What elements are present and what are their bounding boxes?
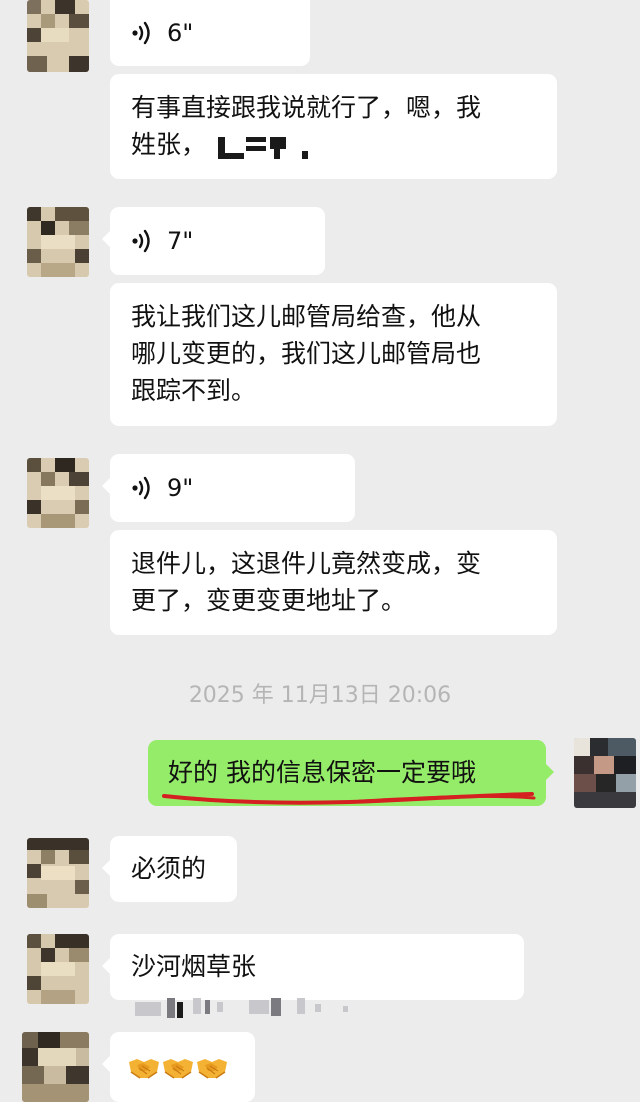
voice-message-3[interactable]: 7" [102, 207, 325, 275]
text-message-9[interactable]: 沙河烟草张 [102, 934, 524, 1018]
chat-timestamp: 2025 年 11月13日 20:06 [188, 683, 452, 708]
avatar-self[interactable] [574, 738, 636, 808]
message-line: 沙河烟草张 [131, 952, 257, 981]
message-line: 哪儿变更的，我们这儿邮管局也 [131, 339, 482, 368]
handshake-emoji [163, 1059, 193, 1079]
avatar-contact-2[interactable] [27, 207, 89, 277]
message-line: 退件儿，这退件儿竟然变成，变 [131, 549, 482, 578]
message-line: 必须的 [131, 854, 207, 883]
voice-wave-icon [132, 229, 150, 253]
text-message-6[interactable]: 退件儿，这退件儿竟然变成，变 更了，变更变更地址了。 [110, 530, 557, 635]
emoji-message-10[interactable] [102, 1032, 255, 1102]
avatar-contact-3[interactable] [27, 458, 89, 528]
avatar-contact-5[interactable] [27, 934, 89, 1004]
message-line: 更了，变更变更地址了。 [131, 586, 407, 615]
text-message-2[interactable]: 有事直接跟我说就行了，嗯，我 姓张， [110, 74, 557, 179]
voice-duration: 7" [167, 226, 194, 255]
voice-wave-icon [132, 476, 150, 500]
voice-wave-icon [132, 21, 150, 45]
avatar-contact-6[interactable] [22, 1032, 89, 1102]
voice-duration: 6" [167, 18, 194, 47]
text-message-4[interactable]: 我让我们这儿邮管局给查，他从 哪儿变更的，我们这儿邮管局也 跟踪不到。 [110, 283, 557, 426]
avatar-contact-4[interactable] [27, 838, 89, 908]
message-line: 姓张， [131, 126, 536, 163]
voice-duration: 9" [167, 473, 194, 502]
redacted-text [131, 990, 371, 1020]
redacted-text [214, 131, 324, 161]
message-line: 跟踪不到。 [131, 376, 257, 405]
voice-message-1[interactable]: 6" [110, 0, 310, 66]
voice-message-5[interactable]: 9" [102, 454, 355, 522]
red-underline-annotation [162, 792, 536, 805]
text-message-8[interactable]: 必须的 [102, 836, 237, 902]
message-line: 有事直接跟我说就行了，嗯，我 [131, 93, 482, 122]
message-line: 我让我们这儿邮管局给查，他从 [131, 302, 482, 331]
handshake-emoji [129, 1059, 159, 1079]
avatar-contact-1[interactable] [27, 0, 89, 72]
handshake-emoji [197, 1059, 227, 1079]
